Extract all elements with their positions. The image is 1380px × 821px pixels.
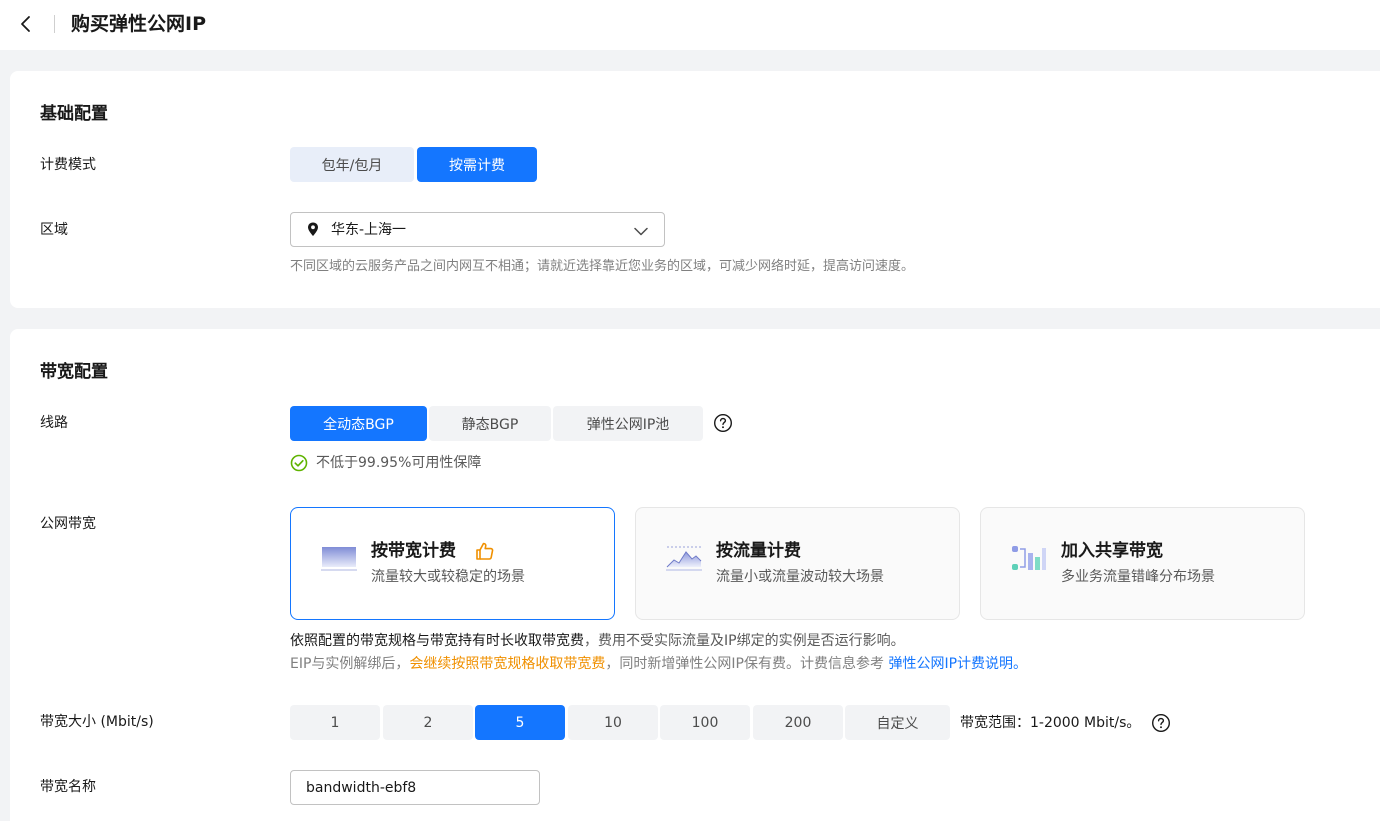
bandwidth-config-card: 带宽配置 线路 全动态BGP 静态BGP 弹性公网IP池 不低于99.95%可用… xyxy=(10,329,1380,821)
shared-bandwidth-subtitle: 多业务流量错峰分布场景 xyxy=(1061,569,1215,585)
chevron-down-icon xyxy=(634,224,648,240)
header-divider xyxy=(54,15,55,33)
bandwidth-range-text: 带宽范围：1-2000 Mbit/s。 xyxy=(960,715,1141,731)
top-bar: 购买弹性公网IP xyxy=(0,0,1380,50)
billing-mode-label: 计费模式 xyxy=(40,157,96,173)
unbind-description-b: ，同时新增弹性公网IP保有费。计费信息参考 xyxy=(605,656,889,672)
shared-bandwidth-card[interactable]: 加入共享带宽 多业务流量错峰分布场景 xyxy=(980,507,1305,620)
billing-on-demand-button[interactable]: 按需计费 xyxy=(417,147,537,182)
billing-by-traffic-subtitle: 流量小或流量波动较大场景 xyxy=(716,569,884,585)
page-title: 购买弹性公网IP xyxy=(71,13,206,35)
bandwidth-config-title: 带宽配置 xyxy=(40,362,108,382)
eip-billing-link[interactable]: 弹性公网IP计费说明。 xyxy=(888,656,1027,672)
basic-config-card: 基础配置 计费模式 包年/包月 按需计费 区域 华东-上海一 不同区域的云服务产… xyxy=(10,71,1380,308)
billing-description: 依照配置的带宽规格与带宽持有时长收取带宽费，费用不受实际流量及IP绑定的实例是否… xyxy=(290,631,905,651)
public-bandwidth-label: 公网带宽 xyxy=(40,516,96,532)
shared-bandwidth-title: 加入共享带宽 xyxy=(1061,541,1163,561)
bandwidth-chart-icon xyxy=(321,544,357,576)
line-eip-pool-button[interactable]: 弹性公网IP池 xyxy=(553,406,703,441)
billing-by-traffic-title: 按流量计费 xyxy=(716,541,801,561)
shared-bandwidth-icon xyxy=(1011,544,1047,578)
check-circle-icon xyxy=(290,454,308,472)
bandwidth-size-option-5[interactable]: 5 xyxy=(475,705,565,740)
unbind-description-a: EIP与实例解绑后， xyxy=(290,656,410,672)
bandwidth-range-help-icon[interactable] xyxy=(1151,713,1171,733)
basic-config-title: 基础配置 xyxy=(40,104,108,124)
availability-text: 不低于99.95%可用性保障 xyxy=(316,455,482,471)
line-dynamic-bgp-button[interactable]: 全动态BGP xyxy=(290,406,427,441)
billing-by-traffic-card[interactable]: 按流量计费 流量小或流量波动较大场景 xyxy=(635,507,960,620)
billing-by-bandwidth-card[interactable]: 按带宽计费 流量较大或较稳定的场景 xyxy=(290,507,615,620)
availability-note: 不低于99.95%可用性保障 xyxy=(290,453,481,473)
billing-description-main: 依照配置的带宽规格与带宽持有时长收取带宽费 xyxy=(290,633,584,649)
billing-by-bandwidth-title: 按带宽计费 xyxy=(371,541,456,561)
back-icon[interactable] xyxy=(16,13,36,35)
unbind-description: EIP与实例解绑后，会继续按照带宽规格收取带宽费，同时新增弹性公网IP保有费。计… xyxy=(290,654,1027,674)
bandwidth-size-option-1[interactable]: 1 xyxy=(290,705,380,740)
bandwidth-size-option-10[interactable]: 10 xyxy=(568,705,658,740)
unbind-description-warning: 会继续按照带宽规格收取带宽费 xyxy=(409,656,606,672)
region-value: 华东-上海一 xyxy=(331,222,407,238)
region-select[interactable]: 华东-上海一 xyxy=(290,212,665,247)
billing-by-bandwidth-subtitle: 流量较大或较稳定的场景 xyxy=(371,569,525,585)
bandwidth-name-input[interactable] xyxy=(290,770,540,805)
region-hint: 不同区域的云服务产品之间内网互不相通；请就近选择靠近您业务的区域，可减少网络时延… xyxy=(290,259,915,274)
bandwidth-size-option-100[interactable]: 100 xyxy=(660,705,750,740)
line-label: 线路 xyxy=(40,415,68,431)
billing-description-rest: ，费用不受实际流量及IP绑定的实例是否运行影响。 xyxy=(584,633,905,649)
billing-yearly-monthly-button[interactable]: 包年/包月 xyxy=(290,147,414,182)
bandwidth-name-label: 带宽名称 xyxy=(40,779,96,795)
bandwidth-size-option-2[interactable]: 2 xyxy=(383,705,473,740)
bandwidth-size-label: 带宽大小 (Mbit/s) xyxy=(40,714,154,730)
region-label: 区域 xyxy=(40,222,68,238)
traffic-chart-icon xyxy=(666,544,702,576)
line-static-bgp-button[interactable]: 静态BGP xyxy=(429,406,551,441)
location-pin-icon xyxy=(307,222,319,241)
bandwidth-size-option-custom[interactable]: 自定义 xyxy=(845,705,950,740)
bandwidth-size-option-200[interactable]: 200 xyxy=(753,705,843,740)
line-help-icon[interactable] xyxy=(713,413,733,433)
thumbs-up-icon xyxy=(475,541,495,565)
